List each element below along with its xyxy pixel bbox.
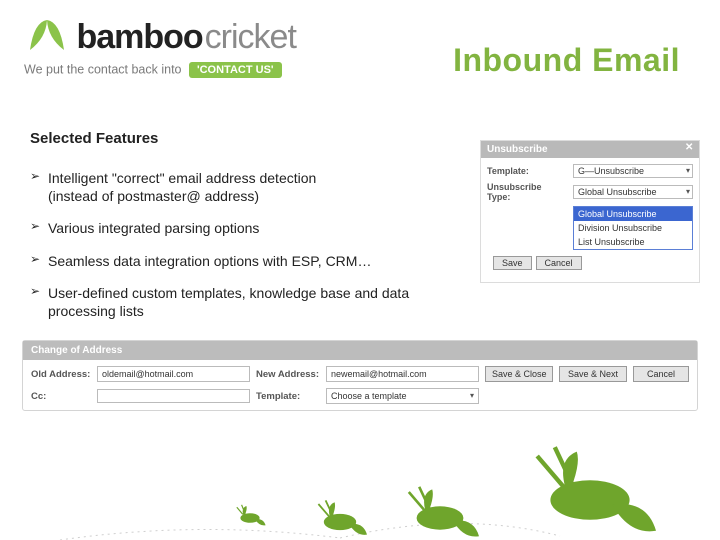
old-address-label: Old Address:: [31, 369, 91, 380]
cc-label: Cc:: [31, 391, 91, 402]
template-select[interactable]: Choose a template ▾: [326, 388, 479, 404]
template-value: G—Unsubscribe: [578, 166, 644, 176]
feature-item: Various integrated parsing options: [30, 219, 460, 237]
brand-tagline: We put the contact back into 'CONTACT US…: [24, 62, 282, 78]
new-address-label: New Address:: [256, 369, 320, 380]
change-of-address-panel: Change of Address Old Address: oldemail@…: [22, 340, 698, 411]
feature-item: Intelligent "correct" email address dete…: [30, 169, 460, 205]
dropdown-option[interactable]: List Unsubscribe: [574, 235, 692, 249]
unsubscribe-panel: Unsubscribe ✕ Template: G—Unsubscribe ▾ …: [480, 140, 700, 283]
cricket-decoration: [0, 400, 720, 540]
dropdown-option[interactable]: Division Unsubscribe: [574, 221, 692, 235]
brand-logo: bamboocricket: [24, 18, 296, 57]
new-address-input[interactable]: newemail@hotmail.com: [326, 366, 479, 382]
cancel-button[interactable]: Cancel: [633, 366, 689, 382]
chevron-down-icon: ▾: [686, 187, 690, 196]
close-icon[interactable]: ✕: [685, 143, 695, 153]
chevron-down-icon: ▾: [686, 166, 690, 175]
cc-input[interactable]: [97, 389, 250, 403]
panel-title-text: Unsubscribe: [487, 144, 548, 155]
panel-title-bar: Unsubscribe ✕: [481, 141, 699, 158]
old-address-input[interactable]: oldemail@hotmail.com: [97, 366, 250, 382]
panel-title-text: Change of Address: [23, 341, 697, 360]
save-next-button[interactable]: Save & Next: [559, 366, 627, 382]
feature-text: User-defined custom templates, knowledge…: [48, 285, 409, 319]
dropdown-option[interactable]: Global Unsubscribe: [574, 207, 692, 221]
leaf-icon: [24, 18, 70, 57]
brand-name-primary: bamboo: [76, 18, 202, 56]
feature-item: Seamless data integration options with E…: [30, 252, 460, 270]
unsub-type-select[interactable]: Global Unsubscribe ▾: [573, 185, 693, 199]
feature-text: Intelligent "correct" email address dete…: [48, 170, 316, 186]
tagline-text: We put the contact back into: [24, 62, 182, 76]
template-label: Template:: [487, 166, 567, 176]
feature-text: Seamless data integration options with E…: [48, 253, 371, 269]
tagline-badge: 'CONTACT US': [189, 62, 282, 78]
feature-list: Intelligent "correct" email address dete…: [30, 169, 460, 320]
brand-name-secondary: cricket: [205, 18, 296, 56]
template-select[interactable]: G—Unsubscribe ▾: [573, 164, 693, 178]
brand-wordmark: bamboocricket: [76, 18, 295, 56]
cancel-button[interactable]: Cancel: [536, 256, 582, 270]
page-title: Inbound Email: [453, 42, 680, 79]
feature-text: Various integrated parsing options: [48, 220, 259, 236]
feature-item: User-defined custom templates, knowledge…: [30, 284, 460, 320]
template-label: Template:: [256, 391, 320, 402]
save-close-button[interactable]: Save & Close: [485, 366, 553, 382]
save-button[interactable]: Save: [493, 256, 532, 270]
feature-subtext: (instead of postmaster@ address): [48, 187, 460, 205]
unsub-type-label: Unsubscribe Type:: [487, 182, 567, 202]
unsub-type-value: Global Unsubscribe: [578, 187, 657, 197]
chevron-down-icon: ▾: [470, 391, 474, 400]
unsub-type-dropdown[interactable]: Global Unsubscribe Division Unsubscribe …: [573, 206, 693, 250]
